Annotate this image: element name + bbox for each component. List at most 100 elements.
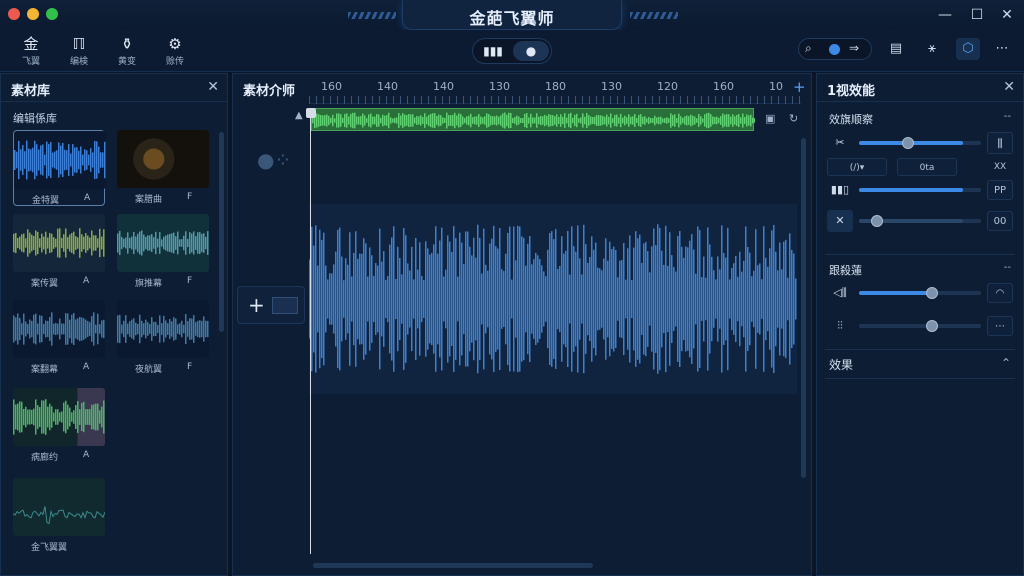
- volume-icon[interactable]: ◁⫼: [827, 282, 853, 304]
- close-x-icon[interactable]: ✕: [827, 210, 853, 232]
- clip-item[interactable]: 旗推幕 F: [117, 214, 209, 290]
- chevron-up-icon[interactable]: ⌃: [1001, 356, 1011, 370]
- waveform-bar: [97, 238, 99, 248]
- waveform-bar: [689, 240, 691, 358]
- waveform-bar: [706, 113, 708, 128]
- ruler-label: 130: [601, 80, 622, 93]
- waveform-bar: [783, 241, 785, 357]
- scissors-icon[interactable]: ✂: [827, 132, 853, 154]
- tool-mask[interactable]: ⚱ 黄变: [110, 34, 144, 70]
- image-icon[interactable]: ▣: [765, 112, 775, 125]
- forward-icon[interactable]: ⇒: [849, 41, 859, 55]
- waveform-bar: [771, 230, 773, 368]
- tool-settings[interactable]: ⚙ 赊传: [158, 34, 192, 70]
- library-scrollbar[interactable]: [219, 132, 224, 332]
- waveform-bar: [398, 113, 400, 128]
- waveform-bar: [414, 117, 416, 124]
- clip-item[interactable]: 金飞翼翼: [13, 478, 105, 554]
- waveform-bar: [777, 270, 779, 328]
- section-collapse[interactable]: --: [1004, 262, 1011, 273]
- waveform-bar: [603, 258, 605, 340]
- effect-slider[interactable]: [859, 320, 981, 332]
- tool-feiyi[interactable]: 金 飞翼: [14, 34, 48, 70]
- bar-chart-icon[interactable]: ▮▮▮: [475, 41, 511, 61]
- slider-knob[interactable]: [926, 320, 939, 332]
- value-box[interactable]: PP: [987, 180, 1013, 200]
- waveform-bar: [633, 247, 635, 351]
- clip-item[interactable]: 案腊曲 F: [117, 130, 209, 206]
- waveform-bar: [59, 318, 61, 340]
- tool-edit[interactable]: ℿ 编検: [62, 34, 96, 70]
- slider-knob[interactable]: [926, 287, 939, 299]
- clip-thumbnail: [13, 388, 105, 446]
- waveform-bar: [563, 253, 565, 345]
- waveform-bar: [419, 242, 421, 356]
- clip-item[interactable]: 金特翼 A: [13, 130, 106, 206]
- waveform-bar: [674, 114, 676, 127]
- close-icon[interactable]: ✕: [1003, 79, 1015, 95]
- waveform-bar: [185, 231, 187, 255]
- effect-slider[interactable]: [859, 137, 981, 149]
- timeline-hscrollbar[interactable]: [313, 563, 593, 568]
- minimize-window-button[interactable]: [27, 8, 39, 20]
- close-window-button[interactable]: [8, 8, 20, 20]
- effect-slider[interactable]: [859, 215, 981, 227]
- value-chip[interactable]: XX: [987, 158, 1013, 176]
- waveform-bar: [149, 235, 151, 251]
- value-chip[interactable]: 0ta: [897, 158, 957, 176]
- slider-knob[interactable]: [871, 215, 884, 227]
- add-media-button[interactable]: +: [237, 286, 305, 324]
- more-icon[interactable]: ⋯: [990, 38, 1014, 60]
- time-ruler[interactable]: 160 140 140 130 180 130 120 160 10: [309, 74, 801, 104]
- waveform-bar: [139, 231, 141, 255]
- waveform-bar: [491, 238, 493, 360]
- waveform-bar: [119, 314, 121, 344]
- more-icon[interactable]: ⋯: [987, 316, 1013, 336]
- waveform-bar: [480, 116, 482, 125]
- clip-item[interactable]: 夜航翼 F: [117, 300, 209, 376]
- sliders-icon[interactable]: ⫶⫶: [827, 315, 853, 337]
- zoom-window-button[interactable]: [46, 8, 58, 20]
- waveform-bar: [562, 116, 564, 125]
- waveform-bar: [53, 237, 55, 249]
- close-icon[interactable]: ✕: [207, 79, 219, 95]
- waveform-bar: [71, 314, 73, 344]
- waveform-bar: [685, 246, 687, 352]
- effect-slider[interactable]: [859, 287, 981, 299]
- playhead-handle[interactable]: [306, 108, 316, 118]
- close-icon[interactable]: ✕: [998, 6, 1016, 24]
- timeline-vscrollbar[interactable]: [801, 138, 806, 478]
- wifi-icon[interactable]: ◠: [987, 283, 1013, 303]
- clip-item[interactable]: 案翻幕 A: [13, 300, 105, 376]
- cube-icon[interactable]: ⬡: [956, 38, 980, 60]
- collapse-icon[interactable]: ▲: [295, 110, 303, 121]
- minimize-icon[interactable]: —: [936, 6, 954, 24]
- clip-item[interactable]: 案传翼 A: [13, 214, 105, 290]
- waveform-bar: [486, 113, 488, 128]
- magic-wand-icon[interactable]: ⚹: [920, 38, 944, 60]
- playhead[interactable]: [310, 112, 311, 554]
- clip-item[interactable]: 病廊约 A: [13, 388, 105, 464]
- section-collapse[interactable]: --: [1004, 111, 1011, 122]
- document-icon[interactable]: ▤: [884, 38, 908, 60]
- bars-icon[interactable]: ▮▮▯: [827, 179, 853, 201]
- waveform-bar: [175, 236, 177, 250]
- waveform-bar: [636, 117, 638, 124]
- add-track-icon[interactable]: +: [793, 78, 806, 96]
- effect-slider[interactable]: [859, 188, 981, 192]
- slider-knob[interactable]: [901, 137, 914, 149]
- search-icon[interactable]: ⌕: [805, 41, 812, 56]
- droplet-icon[interactable]: ●: [513, 41, 549, 61]
- maximize-icon[interactable]: ☐: [968, 6, 986, 24]
- waveform-bar: [534, 117, 536, 124]
- levels-icon[interactable]: ⫼: [987, 132, 1013, 154]
- audio-track-clip-main[interactable]: [309, 204, 797, 394]
- audio-track-clip-green[interactable]: [311, 108, 756, 131]
- mode-dropdown[interactable]: (/)▾: [827, 158, 887, 176]
- waveform-bar: [561, 236, 563, 362]
- waveform-bar: [43, 400, 45, 434]
- value-box[interactable]: 00: [987, 211, 1013, 231]
- waveform-bar: [187, 321, 189, 337]
- loop-icon[interactable]: ↻: [789, 112, 798, 125]
- record-dot-icon[interactable]: [829, 44, 840, 55]
